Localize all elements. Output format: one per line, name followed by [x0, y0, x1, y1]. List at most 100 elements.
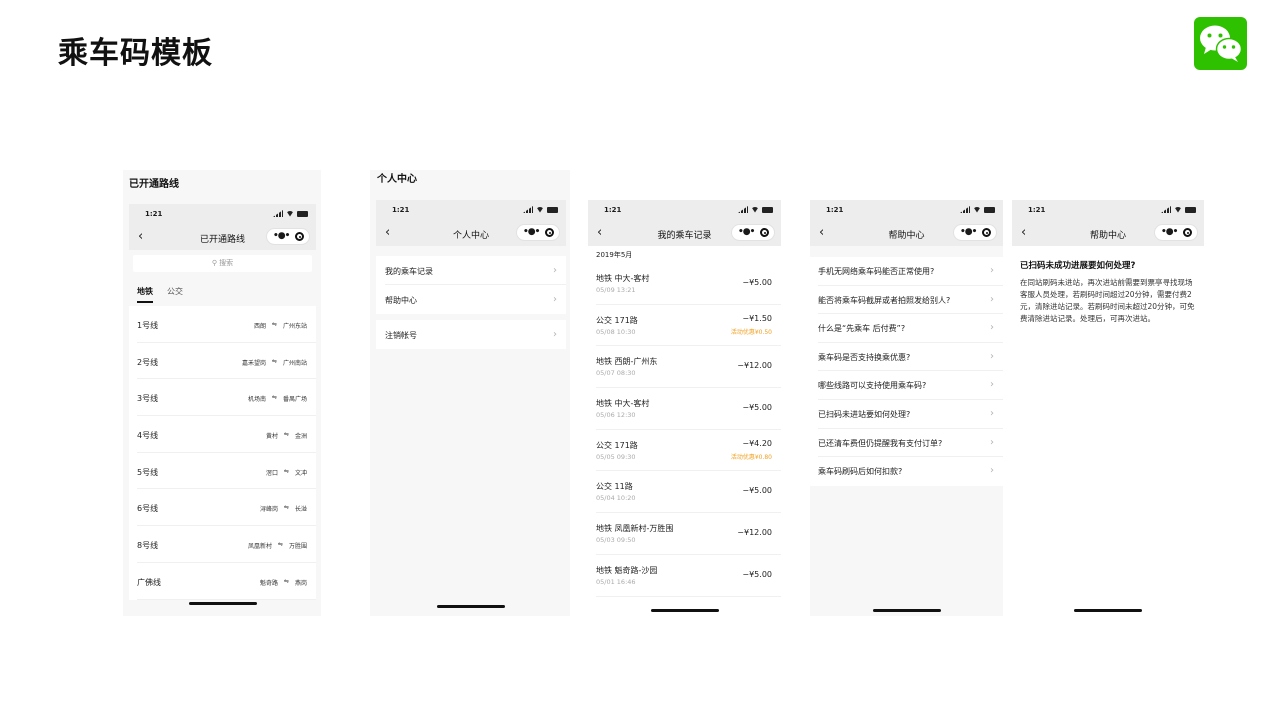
section-label-lines-text: 已开通路线 [129, 179, 179, 190]
capsule-menu[interactable]: •●• [731, 224, 775, 241]
faq-item[interactable]: 能否将乘车码截屏或者拍照发给别人? › [818, 286, 1003, 315]
line-route: 魁奇路 ⇋ 燕岗 [260, 578, 307, 587]
chevron-right-icon: › [990, 293, 994, 305]
close-mini-program-icon[interactable] [295, 232, 304, 241]
close-mini-program-icon[interactable] [545, 228, 554, 237]
record-title: 地铁 魁奇路-沙园 [596, 565, 658, 575]
line-from: 黄村 [265, 433, 278, 441]
faq-item[interactable]: 已还清车费但仍提醒我有支付订单? › [818, 429, 1003, 458]
record-row[interactable]: 地铁 中大-客村 05/09 13:21 −¥5.00 [596, 263, 781, 305]
more-icon[interactable]: •●• [523, 228, 540, 237]
chevron-right-icon: › [990, 379, 994, 391]
profile-menu: 我的乘车记录 › 帮助中心 › [376, 256, 566, 314]
more-icon[interactable]: •●• [738, 228, 755, 237]
more-icon[interactable]: •●• [960, 228, 977, 237]
line-route: 黄村 ⇋ 金洲 [266, 431, 307, 440]
line-from: 滘口 [265, 469, 278, 477]
faq-question: 已还清车费但仍提醒我有支付订单? [818, 438, 943, 448]
status-time: 1:21 [392, 206, 410, 214]
capsule-menu[interactable]: •●• [266, 228, 310, 245]
faq-item[interactable]: 哪些线路可以支持使用乘车码? › [818, 371, 1003, 400]
status-time: 1:21 [604, 206, 622, 214]
menu-item-ride-records[interactable]: 我的乘车记录 › [385, 256, 566, 285]
nav-bar: ‹ 已开通路线 •●• [129, 224, 316, 250]
capsule-menu[interactable]: •●• [516, 224, 560, 241]
tab-bus[interactable]: 公交 [167, 286, 183, 297]
line-row[interactable]: 6号线 浔峰岗 ⇋ 长湴 [137, 489, 316, 527]
line-row[interactable]: 广佛线 魁奇路 ⇋ 燕岗 [137, 563, 316, 600]
record-row[interactable]: 地铁 凤凰新村-万胜围 05/03 09:50 −¥12.00 [596, 513, 781, 555]
capsule-menu[interactable]: •●• [953, 224, 997, 241]
close-mini-program-icon[interactable] [760, 228, 769, 237]
faq-list: 手机无网络乘车码能否正常使用? › 能否将乘车码截屏或者拍照发给别人? › 什么是“先乘… [810, 257, 1003, 486]
home-indicator [650, 609, 719, 612]
faq-question: 手机无网络乘车码能否正常使用? [818, 267, 935, 276]
record-row[interactable]: 地铁 魁奇路-沙园 05/01 16:46 −¥5.00 [596, 555, 781, 597]
record-title: 地铁 凤凰新村-万胜围 [596, 524, 674, 534]
route-arrows-icon: ⇋ [271, 321, 277, 328]
faq-question: 能否将乘车码截屏或者拍照发给别人? [818, 295, 951, 305]
line-from: 魁奇路 [259, 579, 278, 587]
route-arrows-icon: ⇋ [283, 504, 289, 512]
wifi-icon [286, 210, 294, 217]
line-route: 浔峰岗 ⇋ 长湴 [260, 504, 307, 513]
faq-item[interactable]: 已扫码未进站要如何处理? › [818, 400, 1003, 429]
line-name: 2号线 [137, 357, 159, 367]
line-name: 5号线 [137, 467, 159, 477]
more-icon[interactable]: •●• [273, 232, 290, 241]
more-icon[interactable]: •●• [1161, 228, 1178, 237]
status-bar: 1:21 [810, 200, 1003, 220]
line-row[interactable]: 2号线 嘉禾望岗 ⇋ 广州南站 [137, 343, 316, 380]
line-to: 燕岗 [294, 579, 307, 587]
answer-question: 已扫码未成功进展要如何处理? [1020, 261, 1136, 271]
line-name: 3号线 [137, 394, 159, 404]
chevron-right-icon: › [553, 329, 557, 340]
faq-item[interactable]: 手机无网络乘车码能否正常使用? › [818, 257, 1003, 286]
faq-question: 什么是“先乘车 后付费”? [818, 324, 906, 334]
battery-icon [297, 210, 308, 217]
chevron-right-icon: › [553, 265, 557, 276]
line-row[interactable]: 4号线 黄村 ⇋ 金洲 [137, 416, 316, 453]
record-date: 05/06 12:30 [596, 411, 636, 420]
record-row[interactable]: 公交 171路 05/08 10:30 −¥1.50 活动优惠¥0.50 [596, 305, 781, 347]
wifi-icon [973, 206, 981, 213]
record-title: 地铁 西朗-广州东 [596, 357, 658, 367]
record-title: 地铁 中大-客村 [596, 399, 650, 409]
wifi-icon [1174, 206, 1182, 213]
record-date: 05/07 08:30 [596, 369, 636, 378]
home-indicator [437, 605, 505, 608]
line-from: 机场南 [247, 396, 266, 404]
line-name: 1号线 [137, 321, 159, 330]
line-row[interactable]: 5号线 滘口 ⇋ 文冲 [137, 453, 316, 490]
record-row[interactable]: 地铁 西朗-广州东 05/07 08:30 −¥12.00 [596, 346, 781, 389]
record-row[interactable]: 地铁 中大-客村 05/06 12:30 −¥5.00 [596, 388, 781, 430]
route-arrows-icon: ⇋ [283, 467, 289, 475]
faq-question: 哪些线路可以支持使用乘车码? [818, 381, 927, 391]
line-route: 凤凰新村 ⇋ 万胜围 [248, 541, 307, 550]
record-date: 05/09 13:21 [596, 286, 636, 294]
close-mini-program-icon[interactable] [1183, 228, 1192, 237]
battery-icon [1185, 206, 1196, 213]
close-mini-program-icon[interactable] [982, 228, 991, 237]
faq-item[interactable]: 乘车码刷码后如何扣款? › [818, 457, 1003, 486]
line-row[interactable]: 3号线 机场南 ⇋ 番禺广场 [137, 379, 316, 417]
faq-item[interactable]: 什么是“先乘车 后付费”? › [818, 314, 1003, 343]
record-title: 公交 171路 [596, 315, 638, 325]
line-row[interactable]: 1号线 西朗 ⇋ 广州东站 [137, 306, 316, 343]
tab-metro[interactable]: 地铁 [137, 286, 153, 303]
capsule-menu[interactable]: •●• [1154, 224, 1198, 241]
line-name: 4号线 [137, 431, 159, 441]
record-row[interactable]: 公交 11路 05/04 10:20 −¥5.00 [596, 471, 781, 514]
line-row[interactable]: 8号线 凤凰新村 ⇋ 万胜围 [137, 526, 316, 563]
faq-item[interactable]: 乘车码是否支持换乘优惠? › [818, 343, 1003, 372]
route-arrows-icon: ⇋ [283, 577, 289, 585]
record-list: 地铁 中大-客村 05/09 13:21 −¥5.00 公交 171路 05/08 10… [588, 263, 781, 597]
menu-item-help-center[interactable]: 帮助中心 › [385, 285, 566, 314]
search-input[interactable]: ⚲ 搜索 [133, 255, 312, 272]
line-route: 滘口 ⇋ 文冲 [266, 468, 307, 477]
menu-item-deregister[interactable]: 注销帐号 › [385, 320, 566, 349]
menu-label: 我的乘车记录 [385, 267, 433, 276]
line-name: 8号线 [137, 541, 159, 551]
record-row[interactable]: 公交 171路 05/05 09:30 −¥4.20 活动优惠¥0.80 [596, 430, 781, 472]
chevron-right-icon: › [990, 322, 994, 334]
